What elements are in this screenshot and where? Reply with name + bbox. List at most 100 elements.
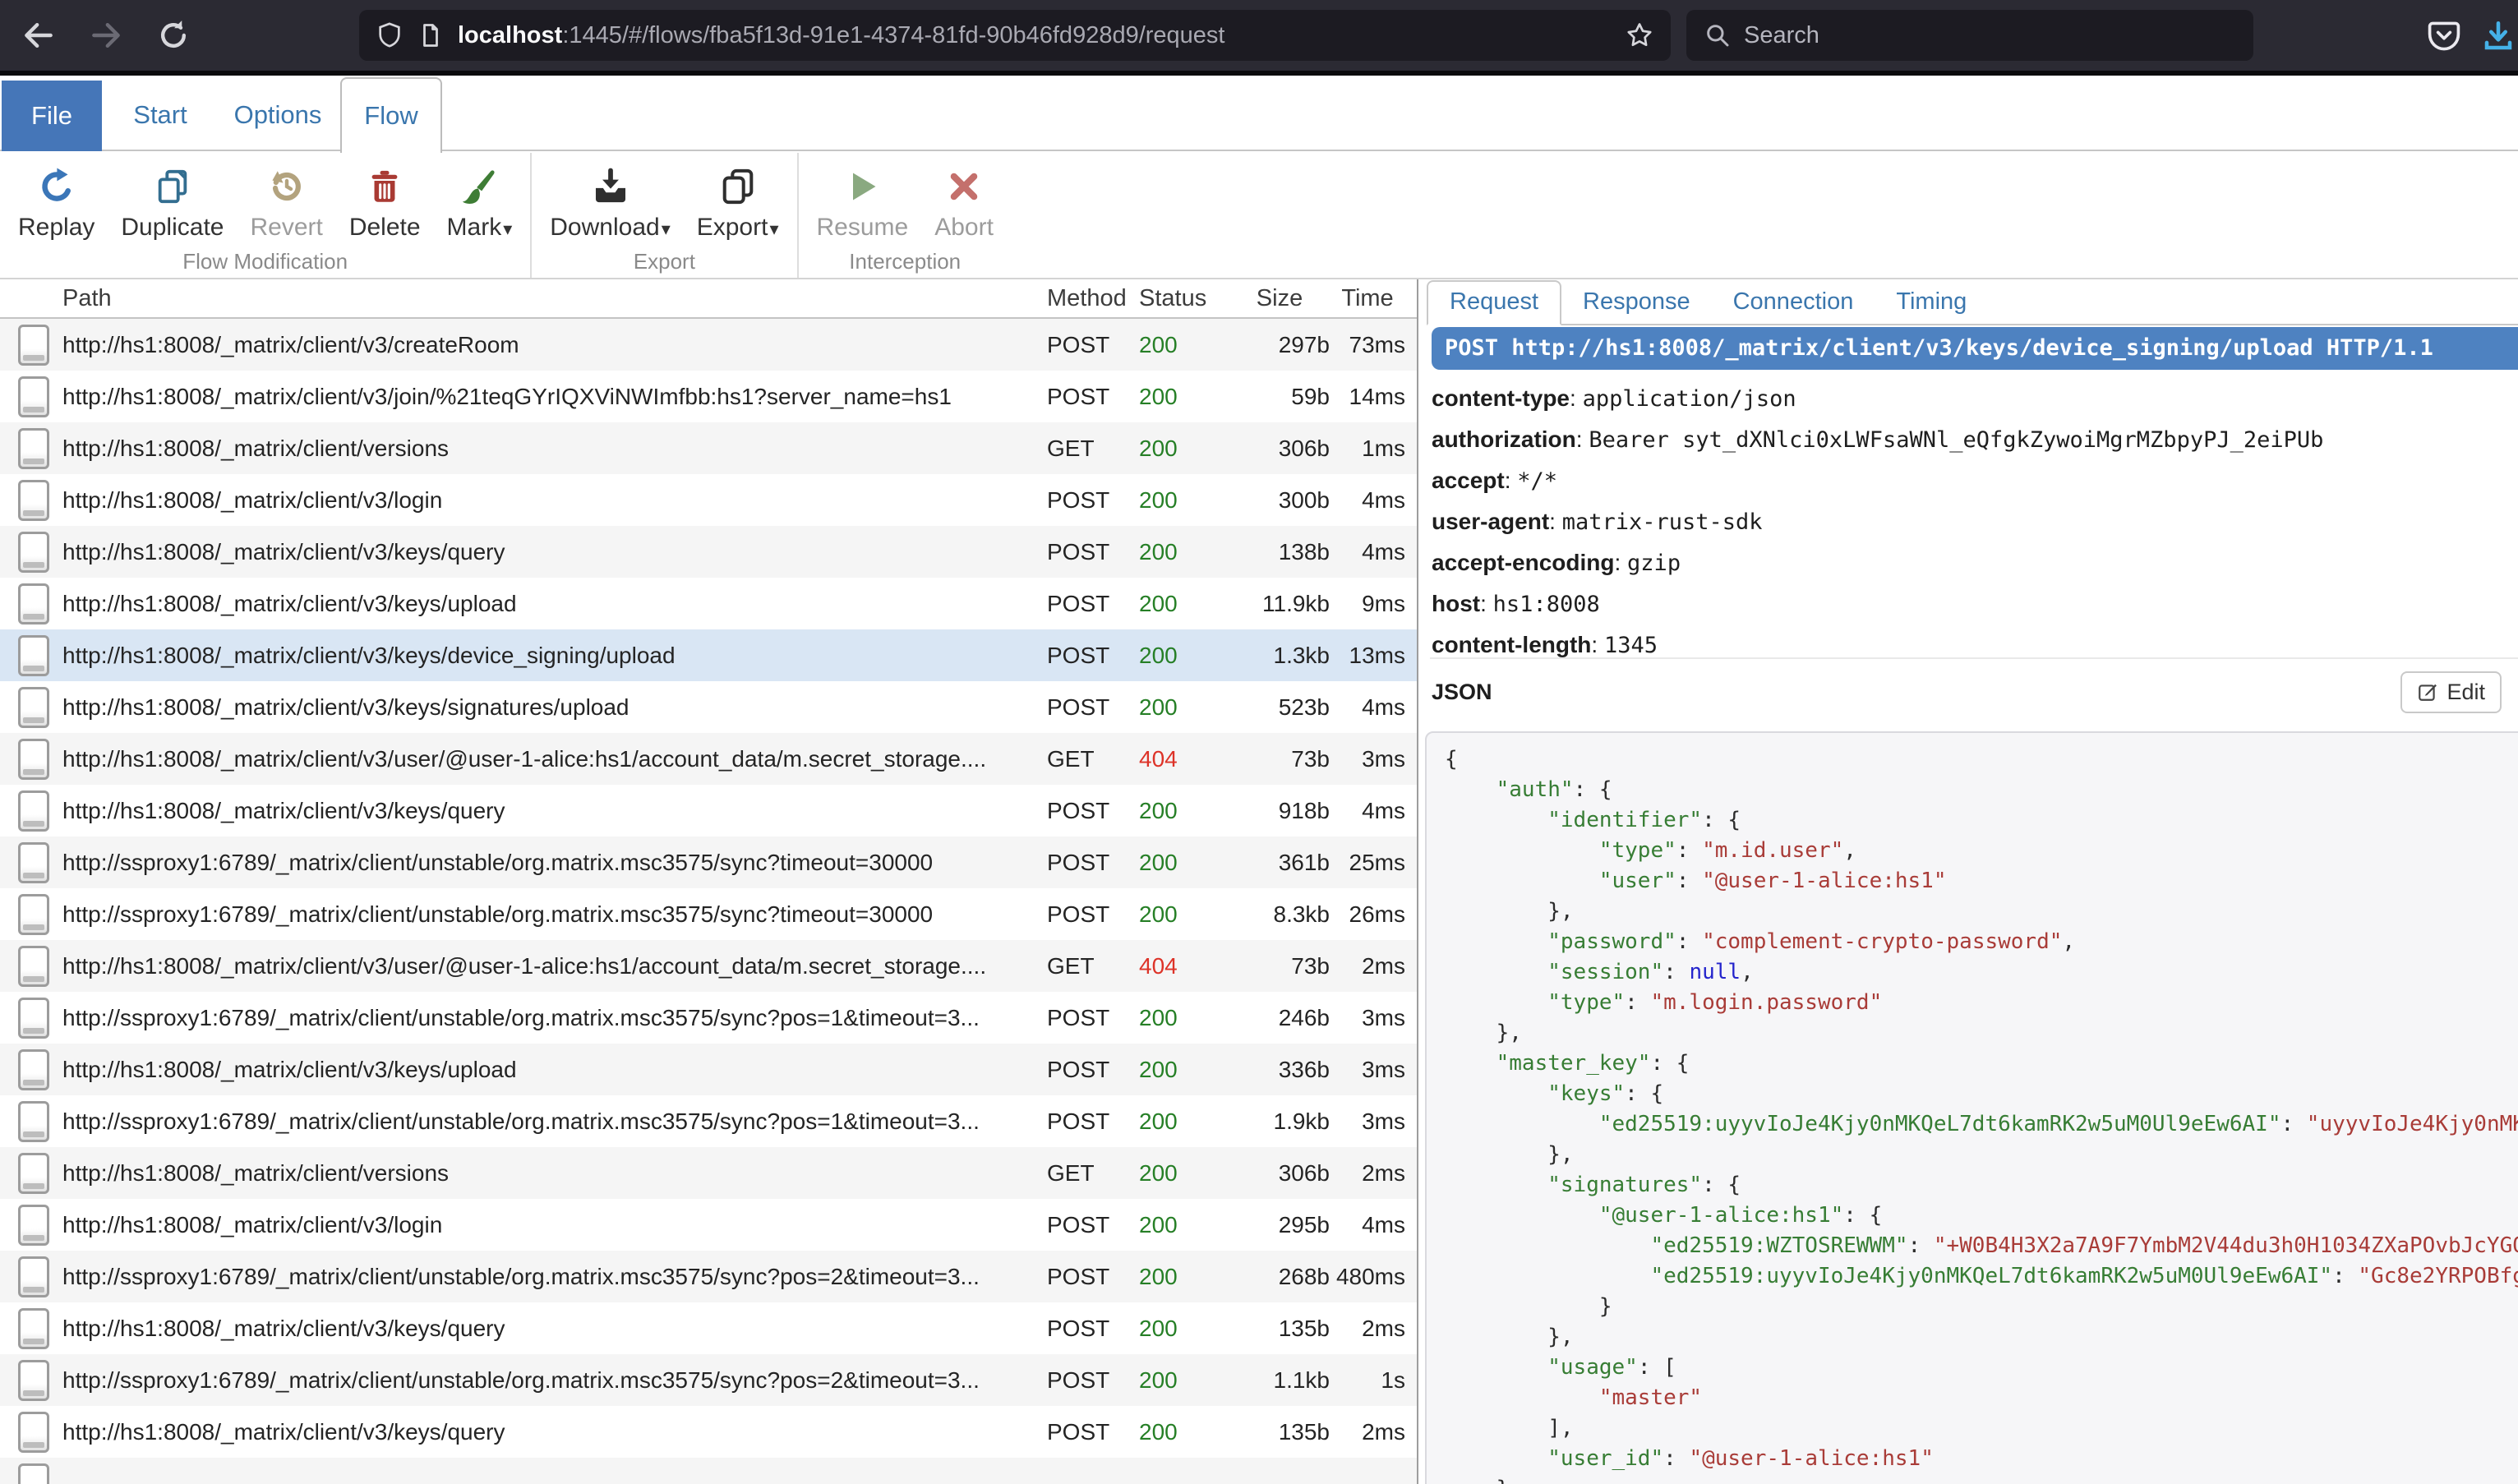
header-name: content-type — [1432, 385, 1570, 411]
column-header-method[interactable]: Method — [1047, 285, 1139, 312]
json-line: "@user-1-alice:hs1": { — [1445, 1201, 2518, 1231]
bookmark-star-icon[interactable] — [1625, 21, 1654, 50]
browser-search-field[interactable]: Search — [1686, 10, 2253, 61]
abort-button[interactable]: Abort — [921, 158, 1007, 248]
flow-row[interactable]: http://hs1:8008/_matrix/client/v3/user/@… — [0, 940, 1417, 992]
forward-button[interactable] — [85, 15, 127, 56]
export-button[interactable]: Export▾ — [684, 158, 792, 248]
json-line: "identifier": { — [1445, 805, 2518, 836]
flow-row[interactable]: http://hs1:8008/_matrix/client/v3/keys/q… — [0, 785, 1417, 836]
flow-time: 13ms — [1330, 643, 1417, 669]
delete-button[interactable]: Delete — [336, 158, 434, 248]
flow-time: 2ms — [1330, 1160, 1417, 1187]
flow-size: 8.3kb — [1229, 901, 1330, 928]
document-icon — [18, 842, 49, 883]
flow-size: 306b — [1229, 1160, 1330, 1187]
flow-row[interactable]: http://hs1:8008/_matrix/client/v3/join/%… — [0, 371, 1417, 422]
flow-row[interactable]: http://ssproxy1:6789/_matrix/client/unst… — [0, 1095, 1417, 1147]
resume-button[interactable]: Resume — [804, 158, 922, 248]
flow-icon-cell — [0, 1205, 62, 1246]
document-icon — [18, 894, 49, 935]
body-format-label: JSON — [1432, 680, 1492, 705]
flow-row[interactable]: http://hs1:8008/_matrix/client/v3/keys/q… — [0, 1406, 1417, 1458]
flow-row[interactable]: http://hs1:8008/_matrix/client/v3/keys/q… — [0, 1302, 1417, 1354]
toolbar-caption-export: Export — [537, 248, 791, 278]
flow-path: http://ssproxy1:6789/_matrix/client/unst… — [62, 1264, 1047, 1290]
menu-start[interactable]: Start — [111, 81, 210, 150]
flow-method: POST — [1047, 1057, 1139, 1083]
flow-method: POST — [1047, 694, 1139, 721]
request-header-line: content-type: application/json — [1432, 378, 2510, 419]
flow-row[interactable]: http://hs1:8008/_matrix/client/v3/user/@… — [0, 733, 1417, 785]
flow-row[interactable]: http://hs1:8008/_matrix/client/v3/keys/d… — [0, 629, 1417, 681]
request-header-line: content-length: 1345 — [1432, 624, 2510, 666]
header-value: hs1:8008 — [1493, 592, 1600, 617]
flow-row[interactable]: http://hs1:8008/_matrix/client/versionsG… — [0, 1147, 1417, 1199]
flow-icon-cell — [0, 894, 62, 935]
downloads-icon[interactable] — [2479, 16, 2518, 56]
pocket-icon[interactable] — [2424, 16, 2464, 56]
menu-options[interactable]: Options — [220, 81, 335, 150]
flow-path: http://hs1:8008/_matrix/client/v3/keys/q… — [62, 798, 1047, 824]
tab-request[interactable]: Request — [1427, 280, 1561, 325]
url-text: localhost:1445/#/flows/fba5f13d-91e1-437… — [458, 22, 1613, 49]
tab-response[interactable]: Response — [1561, 282, 1712, 324]
replay-button[interactable]: Replay — [5, 158, 108, 248]
flow-row[interactable]: http://hs1:8008/_matrix/client/v3/loginP… — [0, 474, 1417, 526]
flow-icon-cell — [0, 1101, 62, 1142]
column-header-time[interactable]: Time — [1330, 285, 1417, 312]
browser-chrome: localhost:1445/#/flows/fba5f13d-91e1-437… — [0, 0, 2518, 71]
column-header-path[interactable]: Path — [62, 285, 1047, 312]
flow-path: http://hs1:8008/_matrix/client/v3/keys/q… — [62, 1419, 1047, 1445]
column-header-status[interactable]: Status — [1139, 285, 1229, 312]
download-button[interactable]: Download▾ — [537, 158, 683, 248]
flow-row[interactable]: http://ssproxy1:6789/_matrix/client/unst… — [0, 836, 1417, 888]
tab-connection[interactable]: Connection — [1712, 282, 1875, 324]
flow-icon-cell — [0, 1308, 62, 1349]
download-icon — [592, 163, 630, 210]
flow-row[interactable]: http://ssproxy1:6789/_matrix/client/unst… — [0, 888, 1417, 940]
mark-button[interactable]: Mark▾ — [434, 158, 526, 248]
page-info-icon[interactable] — [418, 21, 443, 50]
request-first-line: POST http://hs1:8008/_matrix/client/v3/k… — [1432, 327, 2518, 370]
header-name: content-length — [1432, 632, 1591, 657]
document-icon — [18, 1153, 49, 1194]
flow-size: 73b — [1229, 953, 1330, 979]
json-line: "type": "m.login.password" — [1445, 988, 2518, 1018]
back-button[interactable] — [18, 15, 59, 56]
flow-row[interactable]: http://hs1:8008/_matrix/client/v3/keys/q… — [0, 526, 1417, 578]
reload-icon[interactable] — [153, 15, 194, 56]
flow-row[interactable]: http://ssproxy1:6789/_matrix/client/unst… — [0, 1251, 1417, 1302]
flow-row[interactable] — [0, 1458, 1417, 1484]
flow-row[interactable]: http://hs1:8008/_matrix/client/v3/keys/u… — [0, 1044, 1417, 1095]
flow-row[interactable]: http://ssproxy1:6789/_matrix/client/unst… — [0, 1354, 1417, 1406]
flow-icon-cell — [0, 480, 62, 521]
flow-row[interactable]: http://ssproxy1:6789/_matrix/client/unst… — [0, 992, 1417, 1044]
flow-row[interactable]: http://hs1:8008/_matrix/client/v3/loginP… — [0, 1199, 1417, 1251]
flow-time: 9ms — [1330, 591, 1417, 617]
flow-row[interactable]: http://hs1:8008/_matrix/client/v3/create… — [0, 319, 1417, 371]
duplicate-button[interactable]: Duplicate — [108, 158, 237, 248]
flow-row[interactable]: http://hs1:8008/_matrix/client/v3/keys/u… — [0, 578, 1417, 629]
flow-icon-cell — [0, 998, 62, 1039]
header-value: matrix-rust-sdk — [1562, 509, 1763, 535]
flow-row[interactable]: http://hs1:8008/_matrix/client/versionsG… — [0, 422, 1417, 474]
flow-icon-cell — [0, 1049, 62, 1090]
flow-time: 73ms — [1330, 332, 1417, 358]
shield-icon[interactable] — [376, 20, 404, 51]
tab-timing[interactable]: Timing — [1875, 282, 1988, 324]
json-line: } — [1445, 1292, 2518, 1322]
flow-method: POST — [1047, 332, 1139, 358]
menu-file[interactable]: File — [2, 81, 102, 151]
flow-time: 4ms — [1330, 487, 1417, 514]
flow-path: http://hs1:8008/_matrix/client/v3/keys/q… — [62, 539, 1047, 565]
json-line: "master" — [1445, 1383, 2518, 1413]
revert-button[interactable]: Revert — [237, 158, 335, 248]
flow-row[interactable]: http://hs1:8008/_matrix/client/v3/keys/s… — [0, 681, 1417, 733]
flow-size: 11.9kb — [1229, 591, 1330, 617]
url-bar[interactable]: localhost:1445/#/flows/fba5f13d-91e1-437… — [359, 10, 1671, 61]
edit-button[interactable]: Edit — [2400, 671, 2502, 713]
menu-flow[interactable]: Flow — [340, 77, 442, 153]
column-header-size[interactable]: Size — [1229, 285, 1330, 312]
flow-icon-cell — [0, 1256, 62, 1297]
